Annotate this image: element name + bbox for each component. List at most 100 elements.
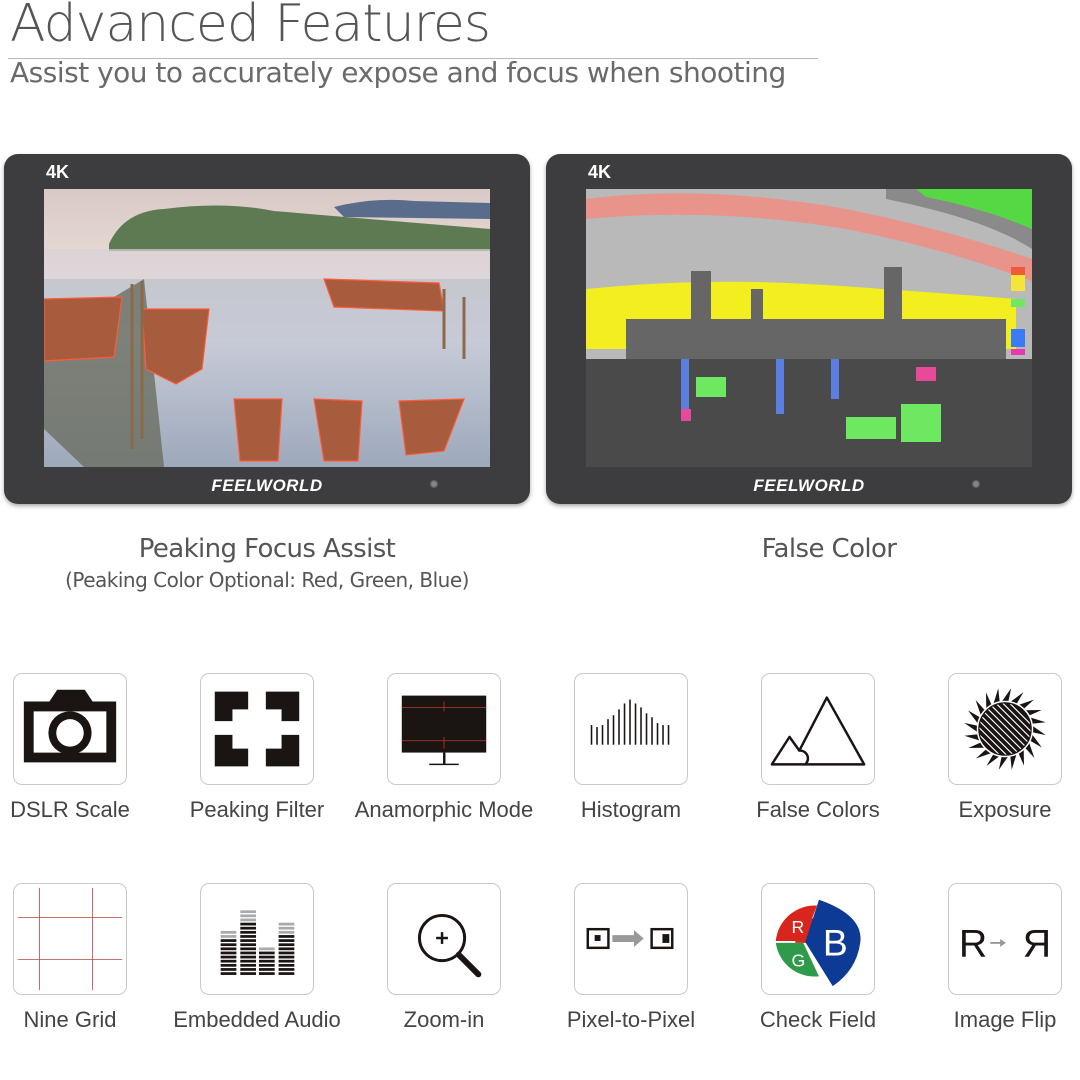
brand-logo: FEELWORLD (753, 476, 865, 495)
audio-level-segment (278, 959, 295, 963)
feature-exposure: Exposure (915, 673, 1080, 824)
feature-zoom-in: Zoom-in (354, 883, 534, 1034)
feature-anamorphic-mode: Anamorphic Mode (354, 673, 534, 824)
audio-level-segment (240, 959, 257, 963)
audio-level-segment (240, 972, 257, 975)
histogram-bar (607, 719, 609, 745)
histogram-bar (618, 709, 620, 745)
lake-scene-image (44, 189, 490, 467)
audio-level-segment (258, 951, 275, 955)
audio-level-segment (258, 947, 275, 951)
audio-level-segment (220, 963, 237, 967)
feature-histogram: Histogram (541, 673, 721, 824)
audio-level-segment (240, 939, 257, 942)
histogram-bar (645, 713, 648, 745)
audio-level-segment (278, 926, 295, 930)
brand-logo: FEELWORLD (211, 476, 323, 495)
sun-ray (998, 756, 1009, 770)
light-sensor (972, 480, 980, 488)
feature-label: Peaking Filter (189, 797, 325, 822)
audio-level-segment (258, 963, 275, 967)
histogram-bar (640, 707, 642, 745)
histogram-icon (590, 699, 670, 745)
sun-ray (964, 722, 978, 733)
histogram-bar (651, 717, 653, 745)
audio-level-segment (220, 959, 237, 963)
audio-level-segment (240, 955, 257, 959)
audio-level-segment (278, 968, 295, 971)
audio-level-segment (278, 939, 295, 942)
audio-level-segment (220, 935, 237, 938)
feature-check-field: R G B Check Field (728, 883, 908, 1034)
audio-level-segment (240, 910, 257, 914)
sun-icon (964, 688, 1046, 770)
audio-level-segment (258, 968, 275, 971)
histogram-bar (612, 715, 615, 745)
4k-badge: 4K (46, 162, 70, 182)
histogram-bar (629, 699, 631, 745)
audio-level-segment (278, 935, 295, 938)
histogram-bar (667, 725, 670, 745)
flip-r-mirrored: R (1023, 922, 1051, 966)
feature-false-colors: False Colors (728, 673, 908, 824)
feature-label: Zoom-in (403, 1007, 485, 1032)
feature-pixel-to-pixel: Pixel-to-Pixel (541, 883, 721, 1034)
grid-icon (17, 887, 123, 991)
audio-level-segment (240, 947, 257, 951)
audio-level-segment (240, 968, 257, 971)
monitor-icon (401, 695, 487, 766)
audio-level-segment (258, 959, 275, 963)
feature-embedded-audio: Embedded Audio (167, 883, 347, 1034)
histogram-bar (601, 725, 604, 745)
page-title: Advanced Features (10, 0, 491, 54)
audio-level-segment (220, 943, 237, 947)
feature-image-flip: R R Image Flip (915, 883, 1080, 1034)
feature-dslr-scale: DSLR Scale (0, 673, 160, 824)
feature-peaking-filter: Peaking Filter (167, 673, 347, 824)
audio-level-segment (240, 951, 257, 955)
flip-r-icon: R R (959, 922, 1051, 966)
audio-level-segment (220, 951, 237, 955)
audio-level-segment (278, 955, 295, 959)
histogram-bar (590, 725, 593, 745)
check-r-letter: R (791, 917, 804, 937)
check-g-letter: G (791, 951, 805, 971)
audio-level-segment (240, 922, 257, 926)
feature-label: Pixel-to-Pixel (566, 1007, 696, 1032)
audio-level-segment (258, 955, 275, 959)
audio-level-segment (220, 968, 237, 971)
camera-icon (23, 689, 117, 763)
flip-r-original: R (959, 922, 987, 966)
false-color-caption-title: False Color (761, 534, 897, 564)
audio-level-segment (220, 972, 237, 975)
audio-level-segment (240, 963, 257, 967)
audio-level-segment (258, 972, 275, 975)
sun-ray (1001, 688, 1012, 702)
feature-label: False Colors (756, 797, 880, 822)
audio-level-segment (278, 972, 295, 975)
monitor-peaking: 4K FEELWORLD (4, 154, 530, 504)
4k-badge: 4K (588, 162, 612, 182)
mountains-icon (770, 696, 866, 766)
feature-label: Embedded Audio (173, 1007, 341, 1032)
false-color-screen (586, 189, 1032, 467)
audio-level-segment (278, 963, 295, 967)
audio-level-segment (278, 943, 295, 947)
audio-level-segment (240, 935, 257, 938)
audio-level-segment (278, 922, 295, 926)
feature-label: Histogram (580, 797, 682, 822)
rgb-check-icon: R G B (775, 899, 861, 987)
audio-level-segment (240, 914, 257, 918)
audio-level-segment (240, 930, 257, 934)
check-b-letter: B (823, 922, 848, 964)
peaking-caption-note: (Peaking Color Optional: Red, Green, Blu… (65, 568, 469, 592)
histogram-bar (596, 727, 598, 745)
histogram-bar (623, 703, 626, 745)
audio-level-segment (240, 926, 257, 930)
page-subtitle: Assist you to accurately expose and focu… (10, 56, 786, 89)
audio-level-segment (220, 939, 237, 942)
monitor-false-color: 4K FEELWORLD (546, 154, 1072, 504)
audio-level-segment (220, 955, 237, 959)
audio-level-segment (278, 951, 295, 955)
sun-ray (1032, 725, 1046, 736)
